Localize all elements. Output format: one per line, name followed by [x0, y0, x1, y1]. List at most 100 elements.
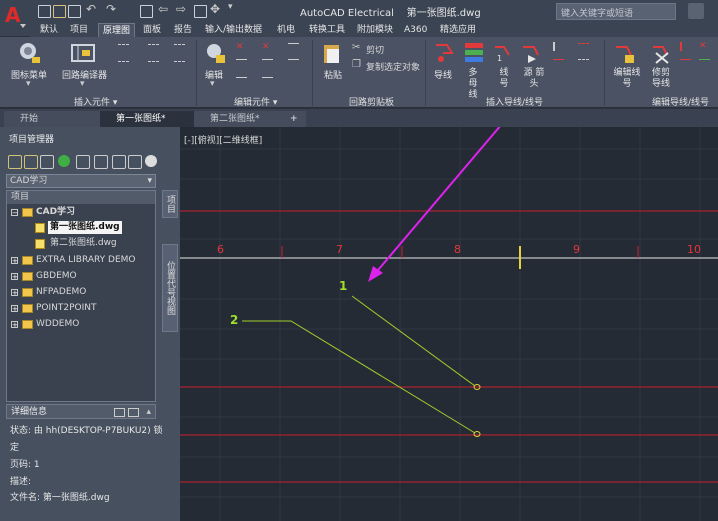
print-icon[interactable]	[140, 5, 153, 18]
chevron-up-icon[interactable]: ▴	[146, 405, 151, 420]
side-tab-strip: 项目 位置代号视图	[160, 190, 178, 400]
tab-electromechanical[interactable]: 机电	[273, 23, 299, 37]
edit-wire-tool-icon[interactable]	[680, 42, 693, 51]
edit-tool-icon[interactable]	[236, 77, 247, 87]
copy-icon: ❐	[352, 59, 361, 70]
edit-tool-icon[interactable]	[236, 59, 247, 69]
panel-separator	[425, 40, 426, 106]
side-tab-project[interactable]: 项目	[162, 190, 178, 218]
app-logo[interactable]: A	[0, 0, 30, 36]
side-tab-location-view[interactable]: 位置代号视图	[162, 244, 178, 332]
save-icon[interactable]	[68, 5, 81, 18]
tab-import-export[interactable]: 输入/输出数据	[201, 23, 266, 37]
search-input[interactable]: 键入关键字或短语	[556, 3, 676, 20]
project-select[interactable]: CAD学习 ▾	[6, 174, 156, 188]
wire-tool-icon[interactable]	[553, 42, 566, 51]
plot-icon[interactable]	[194, 5, 207, 18]
panel-label-insert-wires[interactable]: 插入导线/线号	[486, 95, 543, 108]
tab-a360[interactable]: A360	[400, 23, 431, 37]
drawing-canvas[interactable]: 6 7 8 9 10 1 2	[180, 127, 718, 521]
expand-icon[interactable]: +	[11, 257, 18, 265]
settings-icon[interactable]	[145, 155, 157, 167]
plot-project-icon[interactable]	[128, 155, 142, 169]
open-folder-icon[interactable]	[53, 5, 66, 18]
expand-icon[interactable]: +	[11, 289, 18, 297]
tab-default[interactable]: 默认	[36, 23, 62, 37]
details-description: 描述:	[10, 477, 32, 487]
preview-icon[interactable]	[114, 408, 125, 417]
project-properties-icon[interactable]	[76, 155, 90, 169]
edit-tool-icon[interactable]	[262, 59, 273, 69]
expand-icon[interactable]: +	[11, 305, 18, 313]
tab-conversion-tools[interactable]: 转换工具	[305, 23, 349, 37]
thumbnail-icon[interactable]	[128, 408, 139, 417]
tab-schematic[interactable]: 原理图	[98, 23, 136, 38]
redo-icon[interactable]: ↷	[106, 2, 117, 16]
project-task-list-icon[interactable]	[112, 155, 126, 169]
icon-menu-icon	[20, 43, 40, 63]
insert-tool-icon[interactable]	[174, 61, 185, 71]
wire-number-label: 线 号	[499, 68, 509, 89]
expand-icon[interactable]: +	[11, 321, 18, 329]
open-project-icon[interactable]	[8, 155, 22, 169]
drawing-list-report-icon[interactable]	[94, 155, 108, 169]
edit-wire-tool-icon[interactable]	[680, 59, 691, 69]
wire-tool-icon[interactable]	[578, 59, 589, 69]
new-tab-button[interactable]: +	[286, 111, 306, 127]
undo-icon[interactable]: ↶	[86, 2, 97, 16]
insert-tool-icon[interactable]	[118, 61, 129, 71]
delete-component-icon[interactable]: ✕	[262, 43, 273, 52]
wire-endpoint	[473, 431, 481, 437]
edit-tool-icon[interactable]	[288, 59, 299, 69]
tab-drawing-1[interactable]: 第一张图纸*✕	[100, 111, 208, 127]
dropdown-arrow-icon: ▾	[26, 79, 31, 89]
panel-label-circuit-clipboard: 回路剪贴板	[349, 98, 395, 108]
collapse-icon[interactable]: −	[11, 209, 18, 217]
wire-tool-icon[interactable]	[578, 43, 589, 53]
panel-label-insert-components[interactable]: 插入元件 ▾	[74, 95, 117, 108]
tab-featured-apps[interactable]: 精选应用	[436, 23, 480, 37]
panel-label-edit-components[interactable]: 编辑元件 ▾	[234, 95, 277, 108]
insert-tool-icon[interactable]	[148, 44, 159, 54]
insert-tool-icon[interactable]	[174, 44, 185, 54]
tab-drawing-2[interactable]: 第二张图纸*✕	[194, 111, 300, 127]
new-project-icon[interactable]	[24, 155, 38, 169]
forward-icon[interactable]: ⇨	[176, 2, 187, 16]
tab-addins[interactable]: 附加模块	[353, 23, 397, 37]
tree-item-label: EXTRA LIBRARY DEMO	[36, 255, 136, 265]
delete-component-icon[interactable]: ✕	[236, 43, 247, 52]
insert-tool-icon[interactable]	[118, 44, 129, 54]
expand-icon[interactable]: +	[11, 273, 18, 281]
new-file-icon[interactable]	[38, 5, 51, 18]
tab-project[interactable]: 项目	[66, 23, 92, 37]
share-icon[interactable]: ✥	[210, 2, 221, 16]
qa-dropdown-icon[interactable]: ▾	[228, 2, 239, 13]
tab-start[interactable]: 开始	[4, 111, 114, 127]
edit-tool-icon[interactable]	[262, 77, 273, 87]
trim-wire-label: 修剪 导线	[651, 68, 670, 89]
details-header: 详细信息 ▴	[6, 404, 156, 419]
edit-wire-tool-icon[interactable]	[699, 59, 710, 69]
wire-tool-icon[interactable]	[553, 59, 564, 69]
panel-separator	[196, 40, 197, 106]
ladder-number: 6	[217, 243, 224, 256]
project-folder-icon	[22, 304, 33, 313]
panel-label-edit-wires[interactable]: 编辑导线/线号	[652, 95, 709, 108]
tab-drawing-2-label: 第二张图纸*	[210, 114, 260, 124]
insert-tool-icon[interactable]	[148, 61, 159, 71]
tab-reports[interactable]: 报告	[170, 23, 196, 37]
edit-tool-icon[interactable]	[288, 43, 299, 53]
new-drawing-icon[interactable]	[40, 155, 54, 169]
viewport-controls[interactable]: [-][俯视][二维线框]	[184, 133, 262, 146]
refresh-icon[interactable]	[58, 155, 70, 167]
details-body: 状态: 由 hh(DESKTOP-P7BUKU2) 锁 定 页码: 1 描述: …	[6, 419, 163, 521]
wire-number-leader-1	[351, 295, 476, 387]
tab-panel[interactable]: 面板	[139, 23, 165, 37]
multi-bus-icon	[465, 43, 483, 62]
back-icon[interactable]: ⇦	[158, 2, 169, 16]
user-icon[interactable]	[688, 3, 704, 19]
project-folder-icon	[22, 256, 33, 265]
delete-wire-icon[interactable]: ✕	[699, 42, 710, 51]
ladder-number: 10	[687, 243, 701, 256]
details-status: 状态: 由 hh(DESKTOP-P7BUKU2) 锁	[10, 426, 163, 436]
